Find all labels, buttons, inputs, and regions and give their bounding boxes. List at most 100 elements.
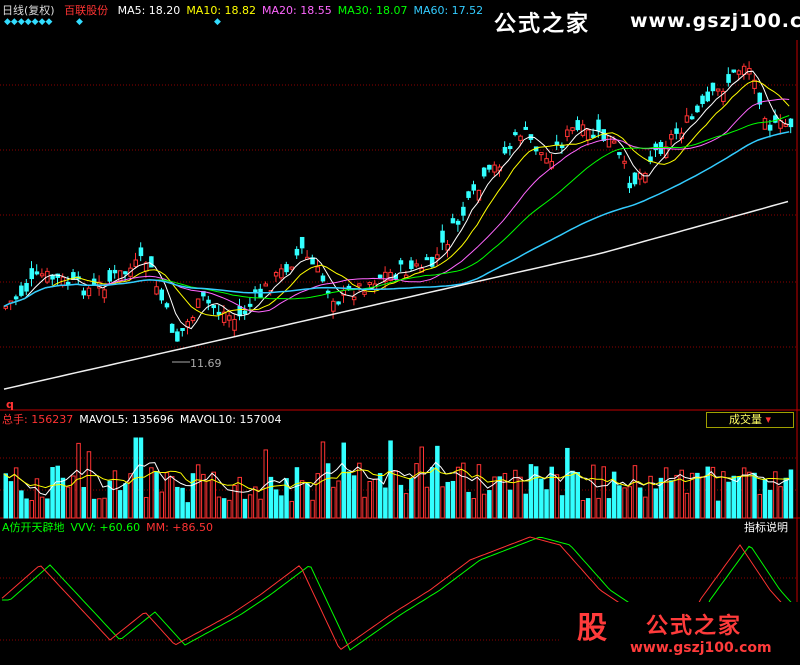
watermark-top-name: 公式之家 <box>494 12 591 37</box>
candle-body <box>362 291 367 295</box>
candle-body <box>669 134 674 140</box>
stock-chart-window[interactable]: 日线(复权) 百联股份 MA5: 18.20 MA10: 18.82 MA20: 1… <box>0 0 800 665</box>
volume-legend-item-1: MAVOL5: 135696 <box>79 413 174 426</box>
candle-body <box>414 263 419 267</box>
volume-bar <box>55 465 60 519</box>
volume-bar <box>575 471 580 519</box>
ma-legend-item-3: MA30: 18.07 <box>337 4 408 17</box>
volume-bar <box>585 498 591 519</box>
candle-body <box>487 164 492 170</box>
candle-body <box>299 236 305 249</box>
volume-bar <box>336 480 341 519</box>
candle-body <box>169 323 175 333</box>
volume-bar <box>778 486 783 519</box>
volume-bar <box>81 487 86 519</box>
indicator-header: A仿开天辟地 VVV: +60.60 MM: +86.50 <box>2 521 219 535</box>
candle-body <box>606 135 612 148</box>
candle-body <box>34 271 40 275</box>
volume-bar <box>97 498 102 519</box>
volume-bar <box>180 487 185 519</box>
candle-body <box>513 132 518 136</box>
bull-logo-icon: 股 <box>577 611 607 646</box>
volume-bar <box>76 442 81 519</box>
candle-body <box>715 88 721 92</box>
volume-bar <box>762 478 768 519</box>
volume-header: 总手: 156237 MAVOL5: 135696 MAVOL10: 157004 <box>2 413 287 427</box>
candle-body <box>575 120 580 131</box>
candle-body <box>689 116 695 120</box>
candle-body <box>736 70 742 75</box>
volume-bar <box>351 475 357 519</box>
indicator-help-button[interactable]: 指标说明 <box>744 521 788 535</box>
watermark-top: 公式之家 www.gszj100.com <box>490 0 800 40</box>
volume-bar <box>341 442 346 519</box>
candle-body <box>440 230 445 243</box>
volume-bar <box>102 497 107 519</box>
candle-body <box>481 167 487 177</box>
volume-bar <box>289 500 294 519</box>
volume-bar <box>518 476 523 519</box>
candle-body <box>466 191 471 198</box>
candle-body <box>461 206 466 216</box>
candle-body <box>211 305 216 309</box>
signal-diamonds: ◆◆◆◆◆◆◆ <box>4 17 53 27</box>
candle-body <box>502 146 508 154</box>
candle-body <box>596 119 601 132</box>
candle-body <box>284 264 289 273</box>
candle-body <box>507 146 513 150</box>
candle-body <box>695 105 700 113</box>
candle-body <box>273 272 279 277</box>
volume-bar <box>367 481 372 519</box>
volume-bar <box>232 485 237 519</box>
candle-body <box>762 118 768 130</box>
candle-body <box>263 283 268 287</box>
candle-body <box>783 123 788 127</box>
candle-body <box>331 300 336 312</box>
volume-bar <box>175 486 180 519</box>
volume-indicator-tag[interactable]: 成交量 ▾ <box>706 412 794 428</box>
volume-bar <box>731 475 736 519</box>
volume-bar <box>700 476 705 519</box>
ma-legend-item-4: MA60: 17.52 <box>413 4 484 17</box>
candle-body <box>539 152 544 156</box>
volume-bar <box>247 494 253 519</box>
volume-bar <box>637 487 643 519</box>
volume-bar <box>554 474 560 519</box>
candle-body <box>154 286 159 295</box>
candle-body <box>102 289 107 299</box>
period-label[interactable]: 日线(复权) <box>2 4 55 17</box>
candle-body <box>206 299 211 304</box>
volume-bar <box>632 465 638 519</box>
volume-bar <box>123 483 128 519</box>
volume-bar <box>622 487 627 519</box>
candle-body <box>554 141 560 146</box>
volume-bar <box>294 467 300 519</box>
volume-bar <box>305 483 310 519</box>
volume-bar <box>185 502 190 519</box>
volume-bar <box>388 440 393 519</box>
volume-bar <box>424 486 430 519</box>
volume-bar <box>159 491 164 519</box>
candle-body <box>544 158 549 164</box>
candle-body <box>159 289 164 301</box>
candle-body <box>175 331 180 342</box>
candle-body <box>601 129 606 141</box>
candle-body <box>279 268 284 279</box>
volume-bar <box>481 493 487 519</box>
volume-bar <box>721 471 726 519</box>
volume-bar <box>736 476 742 519</box>
kline-chart-canvas[interactable] <box>0 0 800 665</box>
volume-bar <box>403 493 409 519</box>
candle-body <box>24 283 29 292</box>
volume-bar <box>544 489 549 519</box>
volume-bar <box>29 500 34 519</box>
volume-bar <box>653 488 658 519</box>
volume-bar <box>362 496 367 519</box>
volume-tag-label: 成交量 <box>728 413 762 426</box>
candle-body <box>523 126 528 130</box>
volume-bar <box>325 463 331 519</box>
volume-bar <box>206 480 211 519</box>
candle-body <box>351 296 357 301</box>
volume-bar <box>8 481 14 519</box>
volume-bar <box>450 480 456 519</box>
